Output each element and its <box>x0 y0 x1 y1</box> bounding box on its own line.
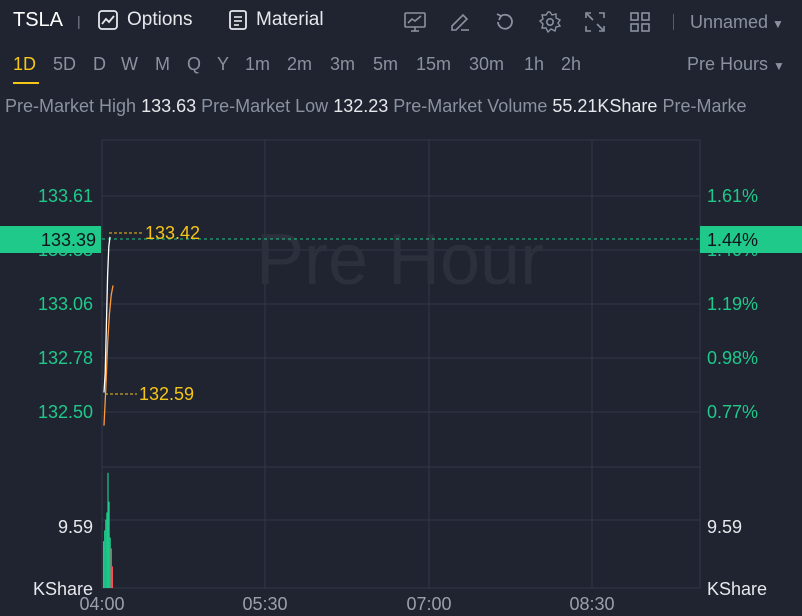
volume-bar <box>103 541 105 588</box>
volume-bar <box>106 512 108 588</box>
time-tick-label: 05:30 <box>242 594 287 614</box>
volume-unit-right: KShare <box>707 579 767 599</box>
volume-bar <box>105 519 107 588</box>
volume-bar <box>109 537 111 588</box>
volume-bar <box>110 548 112 588</box>
price-chart[interactable]: Pre Hour133.61133.33133.06132.78132.501.… <box>0 0 802 616</box>
volume-tick-right: 9.59 <box>707 517 742 537</box>
high-marker-label: 133.42 <box>145 223 200 243</box>
percent-tick-label: 0.98% <box>707 348 758 368</box>
time-tick-label: 07:00 <box>406 594 451 614</box>
volume-bar <box>111 566 113 588</box>
time-tick-label: 08:30 <box>569 594 614 614</box>
price-tick-label: 133.61 <box>38 186 93 206</box>
volume-unit-left: KShare <box>33 579 93 599</box>
volume-bar <box>107 472 109 588</box>
percent-tick-label: 0.77% <box>707 402 758 422</box>
price-tick-label: 132.50 <box>38 402 93 422</box>
current-pct-label: 1.44% <box>707 230 758 250</box>
volume-tick-left: 9.59 <box>58 517 93 537</box>
volume-bar <box>108 501 110 588</box>
percent-tick-label: 1.19% <box>707 294 758 314</box>
percent-tick-label: 1.61% <box>707 186 758 206</box>
price-tick-label: 132.78 <box>38 348 93 368</box>
chart-watermark: Pre Hour <box>256 220 544 300</box>
low-marker-label: 132.59 <box>139 384 194 404</box>
current-price-label: 133.39 <box>41 230 96 250</box>
volume-bar <box>104 530 106 588</box>
price-tick-label: 133.06 <box>38 294 93 314</box>
